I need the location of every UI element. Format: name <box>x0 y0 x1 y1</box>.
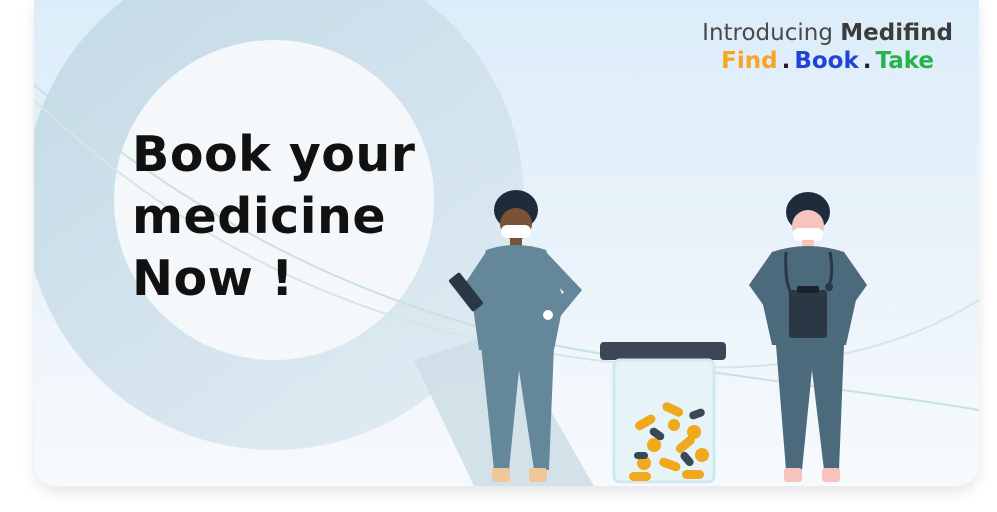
nurse-with-clipboard-icon <box>749 192 867 482</box>
pill-jar-icon <box>600 342 726 484</box>
illustration <box>448 190 867 484</box>
promo-banner[interactable]: Book your medicine Now ! Introducing Med… <box>34 0 979 486</box>
doctor-with-tablet-icon <box>448 190 582 482</box>
